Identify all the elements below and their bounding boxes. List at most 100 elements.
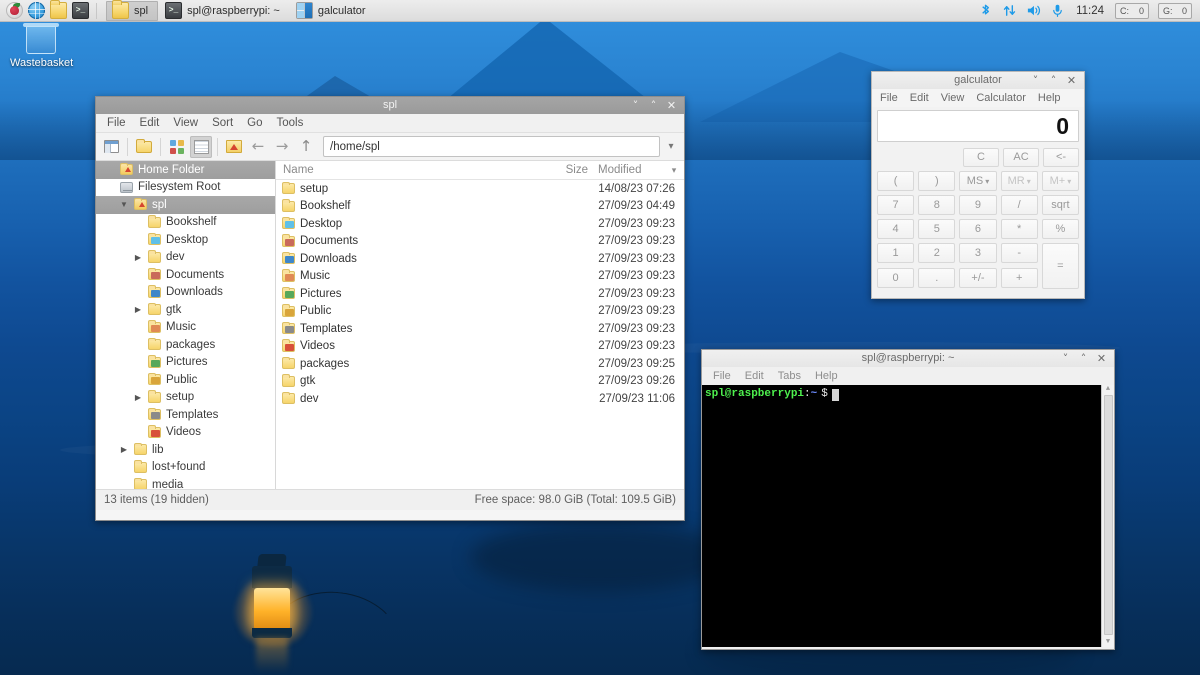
column-header-size[interactable]: Size bbox=[536, 164, 588, 176]
sidebar-item-filesystem-root[interactable]: Filesystem Root bbox=[96, 179, 275, 197]
calculator-key-8[interactable]: 8 bbox=[918, 195, 956, 215]
file-manager-sidebar[interactable]: Home Folder Filesystem Root ▼ spl Bookshelf D… bbox=[96, 161, 276, 489]
sidebar-item-home-folder[interactable]: Home Folder bbox=[96, 161, 275, 179]
raspberry-menu-icon[interactable] bbox=[6, 2, 23, 19]
calculator-key-1[interactable]: 1 bbox=[877, 243, 915, 263]
table-row[interactable]: Desktop 27/09/23 09:23 bbox=[276, 215, 684, 233]
column-header-modified[interactable]: Modified bbox=[588, 164, 664, 176]
calculator-key-MS[interactable]: MS ▾ bbox=[959, 171, 997, 191]
desktop-icon-wastebasket[interactable]: Wastebasket bbox=[10, 26, 73, 69]
minimize-button[interactable]: ˅ bbox=[1030, 74, 1041, 87]
calculator-key-sqrt[interactable]: sqrt bbox=[1041, 195, 1079, 215]
terminal-scrollbar[interactable]: ▲ ▼ bbox=[1101, 385, 1114, 647]
up-button[interactable]: ↑ bbox=[295, 136, 317, 158]
close-button[interactable]: ✕ bbox=[1066, 74, 1077, 87]
path-input[interactable]: /home/spl bbox=[323, 136, 660, 157]
menu-view[interactable]: View bbox=[166, 116, 205, 130]
sidebar-item-setup[interactable]: ▶ setup bbox=[96, 389, 275, 407]
calculator-key-MR[interactable]: MR ▾ bbox=[1000, 171, 1038, 191]
taskbar-task-terminal[interactable]: >_ spl@raspberrypi: ~ bbox=[160, 1, 289, 21]
table-row[interactable]: Bookshelf 27/09/23 04:49 bbox=[276, 198, 684, 216]
sidebar-item-documents[interactable]: Documents bbox=[96, 266, 275, 284]
menu-go[interactable]: Go bbox=[240, 116, 269, 130]
new-folder-button[interactable] bbox=[133, 136, 155, 158]
calculator-key-9[interactable]: 9 bbox=[959, 195, 997, 215]
sidebar-item-dev[interactable]: ▶ dev bbox=[96, 249, 275, 267]
scrollbar-thumb[interactable] bbox=[1104, 395, 1113, 635]
forward-button[interactable]: → bbox=[271, 136, 293, 158]
menu-edit[interactable]: Edit bbox=[133, 116, 167, 130]
chevron-down-icon[interactable]: ▼ bbox=[119, 200, 129, 209]
sidebar-item-media[interactable]: media bbox=[96, 476, 275, 489]
scroll-up-icon[interactable]: ▲ bbox=[1106, 385, 1110, 394]
galculator-titlebar[interactable]: galculator ˅ ˄ ✕ bbox=[872, 72, 1084, 89]
gpu-monitor[interactable]: G: 0 bbox=[1158, 2, 1192, 19]
chevron-down-icon[interactable]: ▾ bbox=[1027, 177, 1031, 186]
calculator-all-clear-button[interactable]: AC bbox=[1003, 148, 1039, 167]
maximize-button[interactable]: ˄ bbox=[1048, 74, 1059, 87]
column-header-name[interactable]: Name bbox=[276, 164, 536, 176]
calculator-key-0[interactable]: 0 bbox=[877, 268, 915, 288]
menu-file[interactable]: File bbox=[874, 91, 904, 105]
cpu-monitor[interactable]: C: 0 bbox=[1115, 2, 1149, 19]
table-row[interactable]: Public 27/09/23 09:23 bbox=[276, 303, 684, 321]
table-row[interactable]: Music 27/09/23 09:23 bbox=[276, 268, 684, 286]
calculator-key-[interactable]: ) bbox=[918, 171, 956, 191]
sidebar-item-bookshelf[interactable]: Bookshelf bbox=[96, 214, 275, 232]
table-row[interactable]: Videos 27/09/23 09:23 bbox=[276, 338, 684, 356]
terminal-icon[interactable]: >_ bbox=[72, 2, 89, 19]
sidebar-item-pictures[interactable]: Pictures bbox=[96, 354, 275, 372]
calculator-key-5[interactable]: 5 bbox=[918, 219, 956, 239]
close-button[interactable]: ✕ bbox=[1096, 352, 1107, 365]
calculator-backspace-button[interactable]: <- bbox=[1043, 148, 1079, 167]
minimize-button[interactable]: ˅ bbox=[630, 99, 641, 112]
new-window-button[interactable] bbox=[100, 136, 122, 158]
table-row[interactable]: Templates 27/09/23 09:23 bbox=[276, 320, 684, 338]
home-button[interactable] bbox=[223, 136, 245, 158]
menu-help[interactable]: Help bbox=[808, 369, 845, 383]
chevron-right-icon[interactable]: ▶ bbox=[133, 305, 143, 314]
file-manager-icon[interactable] bbox=[50, 0, 67, 19]
terminal-titlebar[interactable]: spl@raspberrypi: ~ ˅ ˄ ✕ bbox=[702, 350, 1114, 367]
calculator-key-[interactable]: * bbox=[1000, 219, 1038, 239]
file-list[interactable]: setup 14/08/23 07:26 Bookshelf 27/09/23 04:… bbox=[276, 180, 684, 408]
list-view-button[interactable] bbox=[190, 135, 212, 158]
calculator-key-[interactable]: = bbox=[1041, 243, 1079, 289]
sidebar-item-music[interactable]: Music bbox=[96, 319, 275, 337]
sidebar-item-public[interactable]: Public bbox=[96, 371, 275, 389]
chevron-right-icon[interactable]: ▶ bbox=[119, 445, 129, 454]
sidebar-item-videos[interactable]: Videos bbox=[96, 424, 275, 442]
sidebar-item-packages[interactable]: packages bbox=[96, 336, 275, 354]
table-row[interactable]: gtk 27/09/23 09:26 bbox=[276, 373, 684, 391]
calculator-key-6[interactable]: 6 bbox=[959, 219, 997, 239]
menu-view[interactable]: View bbox=[935, 91, 971, 105]
scroll-down-icon[interactable]: ▼ bbox=[1106, 638, 1110, 647]
calculator-key-[interactable]: ( bbox=[877, 171, 915, 191]
sidebar-item-downloads[interactable]: Downloads bbox=[96, 284, 275, 302]
terminal-output-area[interactable]: spl@raspberrypi: ~ $ ▲ ▼ bbox=[702, 385, 1114, 647]
chevron-down-icon[interactable]: ▾ bbox=[985, 177, 989, 186]
sidebar-item-lost-found[interactable]: lost+found bbox=[96, 459, 275, 477]
microphone-icon[interactable] bbox=[1050, 3, 1065, 18]
menu-edit[interactable]: Edit bbox=[738, 369, 771, 383]
chevron-right-icon[interactable]: ▶ bbox=[133, 253, 143, 262]
table-row[interactable]: dev 27/09/23 11:06 bbox=[276, 390, 684, 408]
calculator-key-M+[interactable]: M+ ▾ bbox=[1041, 171, 1079, 191]
menu-tabs[interactable]: Tabs bbox=[771, 369, 808, 383]
sidebar-item-spl[interactable]: ▼ spl bbox=[96, 196, 275, 214]
table-row[interactable]: Documents 27/09/23 09:23 bbox=[276, 233, 684, 251]
table-row[interactable]: packages 27/09/23 09:25 bbox=[276, 355, 684, 373]
menu-help[interactable]: Help bbox=[1032, 91, 1067, 105]
sort-indicator-icon[interactable]: ▾ bbox=[664, 165, 684, 176]
chevron-down-icon[interactable]: ▾ bbox=[1067, 177, 1071, 186]
path-dropdown-button[interactable]: ▾ bbox=[662, 141, 680, 152]
sidebar-item-desktop[interactable]: Desktop bbox=[96, 231, 275, 249]
sidebar-item-lib[interactable]: ▶ lib bbox=[96, 441, 275, 459]
calculator-clear-button[interactable]: C bbox=[963, 148, 999, 167]
table-row[interactable]: setup 14/08/23 07:26 bbox=[276, 180, 684, 198]
menu-calculator[interactable]: Calculator bbox=[970, 91, 1032, 105]
calculator-key-+-[interactable]: +/- bbox=[959, 268, 997, 288]
calculator-key-2[interactable]: 2 bbox=[918, 243, 956, 263]
menu-tools[interactable]: Tools bbox=[270, 116, 311, 130]
calculator-key-3[interactable]: 3 bbox=[959, 243, 997, 263]
